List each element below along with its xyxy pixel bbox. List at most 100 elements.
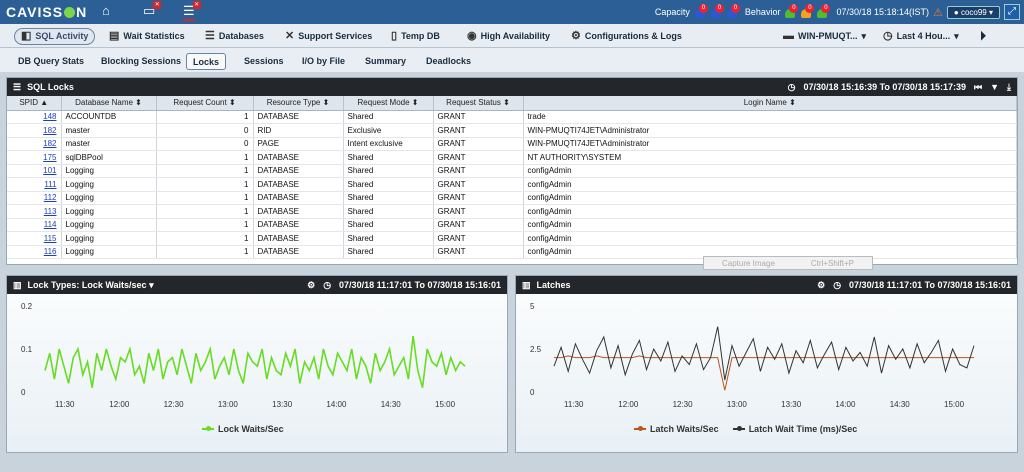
col-spid[interactable]: SPID ▲	[7, 96, 62, 111]
cell-database: ACCOUNTDB	[61, 110, 157, 124]
database-icon[interactable]: ☰ ✕	[183, 1, 201, 21]
cell-spid[interactable]: 112	[7, 191, 62, 205]
capacity-badge[interactable]: 0	[726, 4, 740, 19]
cell-spid[interactable]: 182	[7, 123, 62, 138]
menu-configurations-logs[interactable]: ⚙ Configurations & Logs	[565, 28, 688, 45]
table-row[interactable]: 115 Logging 1 DATABASE Shared GRANT configAdmi…	[7, 231, 1017, 246]
tab-io-by-file[interactable]: I/O by File	[296, 53, 351, 70]
legend-lock-waits[interactable]: Lock Waits/Sec	[202, 424, 284, 434]
table-row[interactable]: 182 master 0 RID Exclusive GRANT WIN-PMUQTI74J…	[7, 123, 1017, 138]
y-tick-label: 5	[530, 302, 535, 311]
tab-db-query-stats[interactable]: DB Query Stats	[12, 53, 90, 70]
menu-sql-activity[interactable]: ◧ SQL Activity	[14, 28, 96, 45]
play-icon[interactable]: ⏵	[974, 28, 992, 45]
col-database-name[interactable]: Database Name ⬍	[61, 96, 157, 111]
table-row[interactable]: 148 ACCOUNTDB 1 DATABASE Shared GRANT trade	[7, 110, 1017, 124]
tab-blocking-sessions[interactable]: Blocking Sessions	[95, 53, 187, 70]
menu-wait-statistics[interactable]: ▤ Wait Statistics	[103, 28, 191, 45]
monitor-icon[interactable]: ▭ ✕	[143, 1, 162, 19]
tab-deadlocks[interactable]: Deadlocks	[420, 53, 477, 70]
bar-chart-icon: ▥	[13, 279, 22, 290]
home-icon[interactable]: ⌂	[102, 3, 110, 18]
x-tick-label: 14:30	[890, 400, 911, 409]
download-icon[interactable]: ⤓	[1007, 82, 1011, 93]
behavior-badge[interactable]: 0	[816, 4, 831, 19]
x-tick-label: 13:00	[727, 400, 748, 409]
table-row[interactable]: 175 sqlDBPool 1 DATABASE Shared GRANT NT AUTHO…	[7, 150, 1017, 165]
x-tick-label: 12:00	[618, 400, 639, 409]
chart-selector[interactable]: Lock Types: Lock Waits/sec ▾	[28, 280, 154, 291]
high-availability-icon: ◉	[467, 30, 477, 42]
cell-spid[interactable]: 114	[7, 218, 62, 232]
cell-mode: Intent exclusive	[343, 137, 434, 151]
behavior-badge[interactable]: 0	[800, 4, 815, 19]
tab-sessions[interactable]: Sessions	[238, 53, 290, 70]
cell-spid[interactable]: 115	[7, 231, 62, 246]
table-row[interactable]: 182 master 0 PAGE Intent exclusive GRANT WIN-P…	[7, 137, 1017, 151]
cell-mode: Shared	[343, 204, 434, 219]
table-row[interactable]: 101 Logging 1 DATABASE Shared GRANT configAdmi…	[7, 164, 1017, 178]
legend-latch-waits[interactable]: Latch Waits/Sec	[634, 424, 719, 434]
col-request-mode[interactable]: Request Mode ⬍	[343, 96, 434, 111]
server-select[interactable]: ▬ WIN-PMUQT... ▾	[777, 28, 872, 45]
col-request-status[interactable]: Request Status ⬍	[433, 96, 524, 111]
x-tick-label: 13:30	[781, 400, 802, 409]
tab-summary[interactable]: Summary	[359, 53, 412, 70]
col-request-count[interactable]: Request Count ⬍	[156, 96, 254, 111]
y-tick-label: 0	[530, 388, 535, 397]
cell-spid[interactable]: 116	[7, 245, 62, 259]
cell-resource: DATABASE	[253, 110, 344, 124]
clock-icon[interactable]: ◷	[323, 280, 331, 291]
tab-locks[interactable]: Locks	[186, 53, 227, 70]
cell-mode: Shared	[343, 231, 434, 246]
capture-image-tooltip[interactable]: Capture Image Ctrl+Shift+P	[703, 256, 873, 270]
cell-spid[interactable]: 148	[7, 110, 62, 124]
bar-chart-icon: ▥	[522, 279, 531, 290]
col-resource-type[interactable]: Resource Type ⬍	[253, 96, 344, 111]
cell-database: Logging	[61, 177, 157, 192]
col-login-name[interactable]: Login Name ⬍	[523, 96, 1017, 111]
capacity-badge[interactable]: 0	[710, 4, 724, 19]
cell-spid[interactable]: 113	[7, 204, 62, 219]
menu-support-services[interactable]: ✕ Support Services	[279, 28, 378, 45]
menu-temp-db[interactable]: ▯ Temp DB	[385, 28, 446, 45]
panel-title: SQL Locks	[27, 82, 74, 92]
user-menu[interactable]: ● coco99 ▾	[946, 5, 1000, 19]
clock-icon[interactable]: ◷	[833, 280, 841, 291]
gear-icon[interactable]: ⚙	[817, 280, 825, 291]
wait-stats-icon: ▤	[109, 30, 120, 42]
filter-icon[interactable]: ▼	[990, 82, 999, 92]
expand-icon[interactable]: ⤢	[1004, 4, 1020, 20]
table-row[interactable]: 112 Logging 1 DATABASE Shared GRANT configAdmi…	[7, 191, 1017, 205]
cell-spid[interactable]: 175	[7, 150, 62, 165]
cell-spid[interactable]: 101	[7, 164, 62, 178]
behavior-badge[interactable]: 0	[784, 4, 799, 19]
alert-icon[interactable]: ⚠	[933, 6, 943, 19]
x-tick-label: 12:30	[673, 400, 694, 409]
table-row[interactable]: 113 Logging 1 DATABASE Shared GRANT configAdmi…	[7, 204, 1017, 219]
cell-spid[interactable]: 111	[7, 177, 62, 192]
menu-high-availability[interactable]: ◉ High Availability	[461, 28, 556, 45]
cell-spid[interactable]: 182	[7, 137, 62, 151]
clock-icon[interactable]: ◷	[788, 82, 796, 93]
series-line	[44, 335, 466, 388]
cell-resource: DATABASE	[253, 245, 344, 259]
cell-resource: DATABASE	[253, 204, 344, 219]
latches-header: ▥ Latches ⚙ ◷ 07/30/18 11:17:01 To 07/30…	[516, 276, 1017, 294]
time-range-select[interactable]: ◷ Last 4 Hou... ▾	[877, 28, 965, 45]
latches-panel: ▥ Latches ⚙ ◷ 07/30/18 11:17:01 To 07/30…	[515, 275, 1018, 453]
rewind-icon[interactable]: ⏮	[974, 82, 982, 93]
cell-login: configAdmin	[523, 191, 1017, 205]
cell-database: Logging	[61, 204, 157, 219]
chart-range: 07/30/18 11:17:01 To 07/30/18 15:16:01	[849, 280, 1011, 290]
gear-icon[interactable]: ⚙	[307, 280, 315, 291]
menu-databases[interactable]: ☰ Databases	[199, 28, 270, 45]
capacity-badge[interactable]: 0	[694, 4, 708, 19]
legend-latch-wait-time[interactable]: Latch Wait Time (ms)/Sec	[732, 424, 857, 434]
cell-mode: Shared	[343, 110, 434, 124]
table-row[interactable]: 111 Logging 1 DATABASE Shared GRANT configAdmi…	[7, 177, 1017, 192]
cell-login: configAdmin	[523, 218, 1017, 232]
table-row[interactable]: 114 Logging 1 DATABASE Shared GRANT configAdmi…	[7, 218, 1017, 232]
cell-count: 1	[156, 245, 254, 259]
chart-title: Latches	[536, 280, 571, 290]
